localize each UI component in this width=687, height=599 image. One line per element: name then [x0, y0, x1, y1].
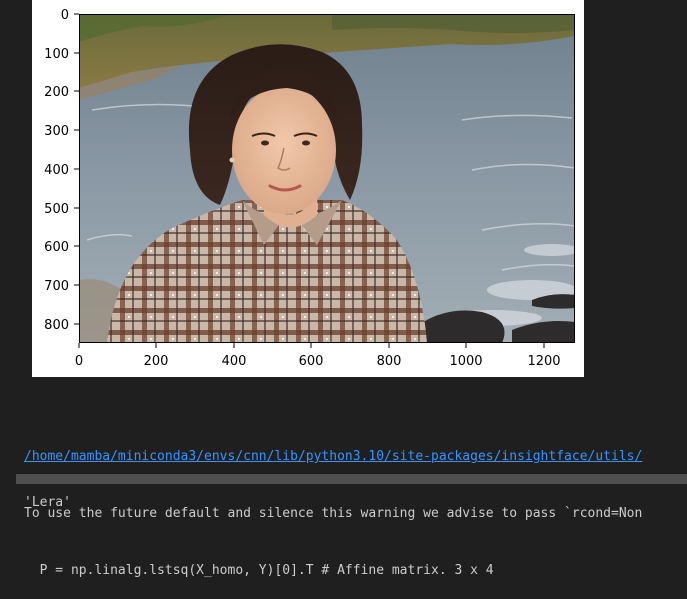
y-tick-label: 700 [44, 279, 69, 294]
scrollbar-thumb[interactable] [16, 474, 687, 484]
warning-file-link[interactable]: /home/mamba/miniconda3/envs/cnn/lib/pyth… [24, 449, 642, 464]
x-tick-label: 400 [222, 354, 247, 369]
x-tick-label: 800 [377, 354, 402, 369]
y-tick-label: 400 [44, 163, 69, 178]
x-tick-label: 600 [299, 354, 324, 369]
matplotlib-figure: 0 100 200 300 400 500 600 700 800 0 200 … [32, 0, 584, 377]
stderr-output: /home/mamba/miniconda3/envs/cnn/lib/pyth… [24, 409, 687, 599]
warning-message: To use the future default and silence th… [24, 506, 643, 521]
x-axis: 0 200 400 600 800 1000 1200 [75, 343, 561, 369]
y-tick-label: 200 [44, 85, 69, 100]
y-tick-label: 800 [44, 318, 69, 333]
x-tick-label: 1200 [527, 354, 560, 369]
imshow-plot: 0 100 200 300 400 500 600 700 800 0 200 … [44, 8, 575, 369]
x-tick-label: 0 [75, 354, 83, 369]
x-tick-label: 1000 [449, 354, 482, 369]
y-axis: 0 100 200 300 400 500 600 700 800 [44, 8, 79, 333]
portrait-photo [79, 14, 575, 343]
warning-path-line: /home/mamba/miniconda3/envs/cnn/lib/pyth… [24, 447, 687, 466]
y-tick-label: 600 [44, 240, 69, 255]
y-tick-label: 300 [44, 124, 69, 139]
warning-code-line: P = np.linalg.lstsq(X_homo, Y)[0].T # Af… [24, 563, 494, 578]
y-tick-label: 100 [44, 47, 69, 62]
x-tick-label: 200 [144, 354, 169, 369]
y-tick-label: 500 [44, 202, 69, 217]
horizontal-scrollbar[interactable] [16, 474, 687, 484]
cell-result-output: 'Lera' [24, 495, 71, 510]
y-tick-label: 0 [61, 8, 69, 23]
